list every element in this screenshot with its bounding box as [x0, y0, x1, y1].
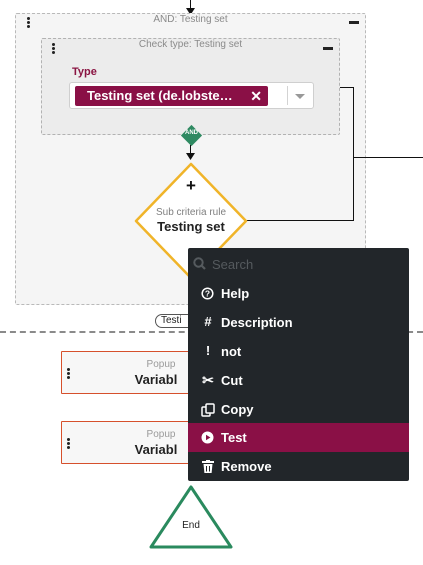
selected-type-chip: Testing set (de.lobste… ✕	[75, 86, 268, 106]
menu-item-test[interactable]: Test	[188, 423, 409, 452]
chevron-down-icon[interactable]	[295, 94, 305, 99]
drag-handle-icon[interactable]	[27, 17, 30, 29]
popup-name: Variabl	[134, 442, 178, 457]
svg-text:?: ?	[205, 289, 210, 299]
menu-item-cut[interactable]: ✂ Cut	[188, 366, 409, 395]
type-field-label: Type	[72, 66, 97, 78]
menu-item-description[interactable]: # Description	[188, 308, 409, 337]
workflow-canvas[interactable]: AND: Testing set Check type: Testing set…	[0, 0, 423, 565]
connector-right-bottom	[246, 220, 354, 221]
search-input[interactable]: Search	[212, 257, 253, 272]
remove-chip-icon[interactable]: ✕	[250, 86, 262, 106]
menu-item-not[interactable]: ! not	[188, 337, 409, 366]
copy-icon	[201, 403, 215, 417]
collapse-icon[interactable]	[323, 47, 333, 50]
end-node-label: End	[182, 520, 200, 531]
play-circle-icon	[201, 431, 214, 444]
menu-item-help[interactable]: ? Help	[188, 279, 409, 308]
and-junction-badge[interactable]: AND	[180, 124, 203, 147]
menu-item-label: Test	[221, 430, 247, 445]
exclamation-icon: !	[205, 343, 211, 358]
sub-rule-name: Testing set	[157, 219, 225, 234]
selected-type-label: Testing set (de.lobste…	[87, 88, 233, 103]
context-menu-search[interactable]: Search	[188, 248, 409, 278]
collapse-icon[interactable]	[349, 21, 359, 24]
menu-item-label: not	[221, 344, 242, 359]
popup-name: Variabl	[134, 372, 178, 387]
type-select[interactable]: Testing set (de.lobste… ✕	[69, 82, 314, 109]
menu-item-label: Copy	[221, 402, 254, 417]
arrow-down-icon	[186, 153, 195, 160]
drag-handle-icon[interactable]	[52, 43, 55, 55]
scissors-icon: ✂	[202, 372, 214, 388]
popup-node[interactable]: Popup Variabl	[61, 351, 201, 394]
check-type-title: Check type: Testing set	[138, 39, 243, 50]
sub-rule-caption: Sub criteria rule	[155, 207, 227, 218]
add-rule-icon[interactable]: +	[183, 177, 199, 195]
menu-item-label: Description	[221, 315, 293, 330]
popup-caption: Popup	[146, 359, 176, 370]
menu-item-label: Cut	[221, 373, 243, 388]
menu-item-label: Remove	[221, 459, 272, 474]
select-divider	[287, 86, 288, 105]
connector-right-vertical	[353, 87, 354, 221]
menu-item-remove[interactable]: Remove	[188, 452, 409, 481]
and-badge-label: AND	[185, 130, 198, 136]
end-node[interactable]	[148, 484, 234, 550]
and-group-title: AND: Testing set	[153, 14, 228, 25]
search-icon	[193, 257, 206, 270]
popup-caption: Popup	[146, 429, 176, 440]
popup-node[interactable]: Popup Variabl	[61, 421, 201, 464]
trash-icon	[202, 460, 214, 473]
connector-right-top	[340, 87, 354, 88]
hash-icon: #	[204, 314, 212, 329]
menu-item-label: Help	[221, 286, 250, 301]
help-circle-icon: ?	[201, 287, 214, 300]
menu-item-copy[interactable]: Copy	[188, 395, 409, 424]
context-menu: Search ? Help # Description ! not ✂ Cut	[188, 248, 409, 481]
connector-outgoing	[353, 157, 423, 158]
